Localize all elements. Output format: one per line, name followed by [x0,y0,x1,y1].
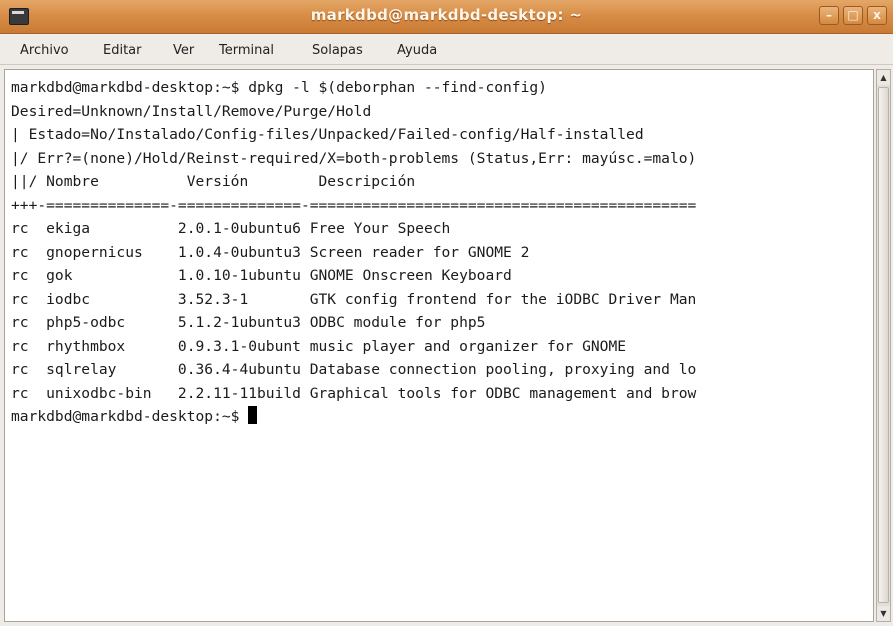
scroll-up-icon[interactable]: ▲ [877,70,890,85]
terminal-line: rc gok 1.0.10-1ubuntu GNOME Onscreen Key… [11,267,512,284]
scrollbar-thumb[interactable] [878,87,889,603]
terminal-line: rc iodbc 3.52.3-1 GTK config frontend fo… [11,290,697,308]
terminal-area[interactable]: markdbd@markdbd-desktop:~$ dpkg -l $(deb… [4,69,874,622]
terminal-window: markdbd@markdbd-desktop: ~ – □ x Archivo… [0,0,893,626]
terminal-line: ||/ Nombre Versión Descripción [11,173,416,190]
terminal-line: rc sqlrelay 0.36.4-4ubuntu Database conn… [11,361,697,378]
menu-solapas[interactable]: Solapas [312,43,363,58]
terminal-line: |/ Err?=(none)/Hold/Reinst-required/X=bo… [11,149,697,167]
vertical-scrollbar[interactable]: ▲ ▼ [876,69,891,622]
terminal-line: | Estado=No/Instalado/Config-files/Unpac… [11,126,644,143]
menu-archivo[interactable]: Archivo [20,43,69,58]
terminal-output: markdbd@markdbd-desktop:~$ dpkg -l $(deb… [11,76,696,429]
window-title: markdbd@markdbd-desktop: ~ [310,6,583,24]
maximize-button[interactable]: □ [843,6,863,25]
scroll-down-icon[interactable]: ▼ [877,606,890,621]
terminal-line: rc gnopernicus 1.0.4-0ubuntu3 Screen rea… [11,243,530,261]
menu-editar[interactable]: Editar [103,43,142,58]
menu-bar: Archivo Editar Ver Terminal Solapas Ayud… [0,34,893,65]
text-cursor [248,406,258,424]
terminal-line: markdbd@markdbd-desktop:~$ dpkg -l $(deb… [11,79,547,96]
terminal-prompt: markdbd@markdbd-desktop:~$ [11,408,249,425]
title-bar[interactable]: markdbd@markdbd-desktop: ~ – □ x [0,0,893,34]
menu-ver[interactable]: Ver [173,43,194,58]
terminal-line: +++-==============-==============-======… [11,196,697,214]
window-controls: – □ x [819,6,887,25]
terminal-line: rc unixodbc-bin 2.2.11-11build Graphical… [11,384,697,402]
terminal-line: rc rhythmbox 0.9.3.1-0ubunt music player… [11,337,627,355]
close-button[interactable]: x [867,6,887,25]
terminal-line: rc ekiga 2.0.1-0ubuntu6 Free Your Speech [11,220,451,237]
terminal-line: Desired=Unknown/Install/Remove/Purge/Hol… [11,102,372,120]
minimize-button[interactable]: – [819,6,839,25]
menu-terminal[interactable]: Terminal [219,43,274,58]
terminal-line: rc php5-odbc 5.1.2-1ubuntu3 ODBC module … [11,314,486,331]
menu-ayuda[interactable]: Ayuda [397,43,437,58]
